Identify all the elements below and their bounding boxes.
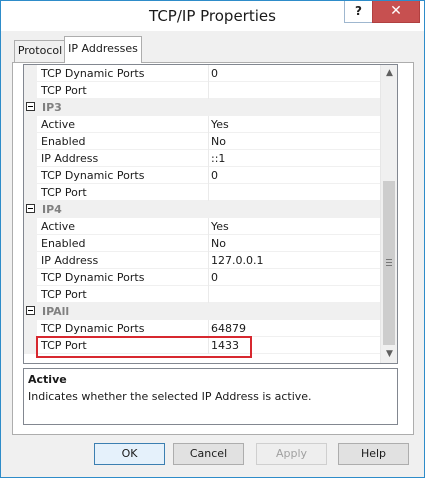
column-divider: [208, 150, 209, 167]
column-divider: [208, 116, 209, 133]
row-margin: [24, 167, 37, 184]
property-name: Enabled: [41, 237, 86, 250]
category-row[interactable]: IPAll: [24, 303, 381, 320]
property-row[interactable]: TCP Dynamic Ports 0: [24, 167, 381, 184]
property-row[interactable]: IP Address::1: [24, 150, 381, 167]
property-name: TCP Port: [41, 186, 87, 199]
collapse-minus-icon[interactable]: [26, 306, 35, 315]
category-label: IP3: [42, 101, 62, 114]
property-row[interactable]: TCP Dynamic Ports 0: [24, 65, 381, 82]
column-divider: [208, 133, 209, 150]
row-margin: [24, 150, 37, 167]
property-name: TCP Dynamic Ports: [41, 271, 145, 284]
scrollbar-thumb[interactable]: [383, 181, 395, 345]
column-divider: [208, 286, 209, 303]
property-name: TCP Dynamic Ports: [41, 322, 145, 335]
property-name: TCP Dynamic Ports: [41, 67, 145, 80]
tab-protocol[interactable]: Protocol: [14, 40, 66, 62]
help-button[interactable]: Help: [338, 443, 409, 465]
row-margin: [24, 218, 37, 235]
column-divider: [208, 218, 209, 235]
property-row[interactable]: Enabled No: [24, 133, 381, 150]
property-row[interactable]: Enabled No: [24, 235, 381, 252]
row-margin: [24, 184, 37, 201]
property-value[interactable]: 0: [211, 169, 218, 182]
property-row[interactable]: TCP Dynamic Ports 64879: [24, 320, 381, 337]
row-margin: [24, 116, 37, 133]
row-margin: [24, 252, 37, 269]
column-divider: [208, 320, 209, 337]
property-name: TCP Dynamic Ports: [41, 169, 145, 182]
row-margin: [24, 320, 37, 337]
property-name: TCP Port: [41, 84, 87, 97]
row-margin: [24, 286, 37, 303]
property-name: Active: [41, 118, 76, 131]
property-value[interactable]: Yes: [211, 220, 229, 233]
property-name: IP Address: [41, 254, 99, 267]
row-margin: [24, 133, 37, 150]
scrollbar-grip-icon: [386, 259, 392, 266]
property-row[interactable]: TCP Port: [24, 286, 381, 303]
collapse-minus-icon[interactable]: [26, 204, 35, 213]
title-bar[interactable]: TCP/IP Properties ? ✕: [1, 1, 424, 31]
property-grid[interactable]: TCP Dynamic Ports 0 TCP Port IP3 Active Yes En…: [23, 64, 398, 364]
property-value[interactable]: 64879: [211, 322, 246, 335]
description-title: Active: [28, 373, 67, 386]
row-margin: [24, 82, 37, 99]
property-row[interactable]: TCP Dynamic Ports 0: [24, 269, 381, 286]
description-text: Indicates whether the selected IP Addres…: [28, 390, 312, 403]
property-value[interactable]: 127.0.0.1: [211, 254, 263, 267]
help-title-button[interactable]: ?: [344, 1, 373, 23]
category-label: IPAll: [42, 305, 70, 318]
close-button[interactable]: ✕: [372, 1, 420, 23]
property-value[interactable]: 0: [211, 67, 218, 80]
row-margin: [24, 65, 37, 82]
property-name: Active: [41, 220, 76, 233]
ok-button[interactable]: OK: [94, 443, 165, 465]
scroll-down-arrow-icon[interactable]: ▼: [381, 346, 397, 363]
description-panel: Active Indicates whether the selected IP…: [23, 368, 398, 425]
property-row[interactable]: IP Address 127.0.0.1: [24, 252, 381, 269]
column-divider: [208, 269, 209, 286]
property-value[interactable]: ::1: [211, 152, 225, 165]
column-divider: [208, 184, 209, 201]
property-row[interactable]: TCP Port: [24, 184, 381, 201]
property-value[interactable]: No: [211, 237, 226, 250]
property-value[interactable]: Yes: [211, 118, 229, 131]
scroll-up-arrow-icon[interactable]: ▲: [381, 65, 397, 82]
property-grid-rows: TCP Dynamic Ports 0 TCP Port IP3 Active Yes En…: [24, 65, 381, 354]
category-label: IP4: [42, 203, 62, 216]
column-divider: [208, 65, 209, 82]
column-divider: [208, 167, 209, 184]
cancel-button[interactable]: Cancel: [173, 443, 244, 465]
property-name: TCP Port: [41, 288, 87, 301]
row-margin: [24, 269, 37, 286]
column-divider: [208, 82, 209, 99]
property-value[interactable]: No: [211, 135, 226, 148]
category-row[interactable]: IP4: [24, 201, 381, 218]
property-row[interactable]: TCP Port: [24, 82, 381, 99]
column-divider: [208, 235, 209, 252]
column-divider: [208, 252, 209, 269]
tab-ip-addresses[interactable]: IP Addresses: [64, 36, 142, 63]
category-row[interactable]: IP3: [24, 99, 381, 116]
row-margin: [24, 235, 37, 252]
property-name: IP Address: [41, 152, 99, 165]
property-name: Enabled: [41, 135, 86, 148]
vertical-scrollbar[interactable]: ▲ ▼: [380, 65, 397, 363]
property-row[interactable]: Active Yes: [24, 116, 381, 133]
property-row[interactable]: Active Yes: [24, 218, 381, 235]
collapse-minus-icon[interactable]: [26, 102, 35, 111]
property-value[interactable]: 0: [211, 271, 218, 284]
apply-button[interactable]: Apply: [256, 443, 327, 465]
tcp-port-highlight: [36, 336, 252, 358]
